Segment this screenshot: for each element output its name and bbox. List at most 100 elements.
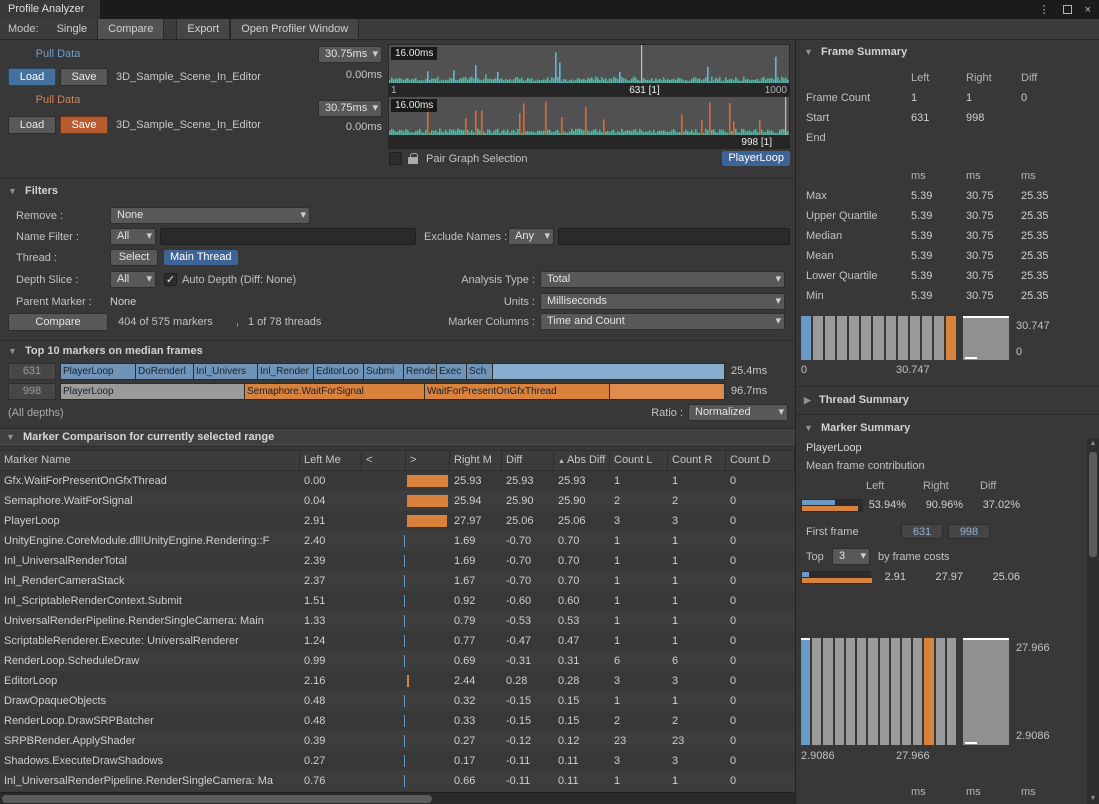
stat-label: Start — [806, 108, 911, 128]
column-header-0[interactable]: Marker Name — [0, 451, 300, 470]
table-row[interactable]: Inl_ScriptableRenderContext.Submit1.510.… — [0, 591, 795, 611]
frame-axis-right[interactable]: 998 [1] — [388, 136, 790, 149]
column-header-1[interactable]: Left Me — [300, 451, 362, 470]
filters-header[interactable]: ▼ Filters — [8, 185, 58, 197]
name-filter-mode-dropdown[interactable]: All ▾ — [110, 228, 156, 245]
top10-header[interactable]: ▼ Top 10 markers on median frames — [8, 345, 203, 357]
frame-summary-boxplot[interactable] — [963, 316, 1009, 360]
frame-number-cell-right[interactable]: 998 — [8, 383, 56, 400]
marker-summary-header[interactable]: ▼ Marker Summary — [804, 422, 910, 434]
scale-dropdown-left[interactable]: 30.75ms ▾ — [318, 46, 382, 63]
top10-segment[interactable]: Semaphore.WaitForSignal — [245, 383, 425, 400]
column-header-2[interactable]: < — [362, 451, 406, 470]
table-row[interactable]: SRPBRender.ApplyShader0.390.27-0.120.122… — [0, 731, 795, 751]
comparison-header-band[interactable]: ▼ Marker Comparison for currently select… — [0, 428, 795, 447]
table-row[interactable]: Inl_RenderCameraStack2.371.67-0.700.7011… — [0, 571, 795, 591]
column-header-7[interactable]: Count L — [610, 451, 668, 470]
scale-dropdown-right[interactable]: 30.75ms ▾ — [318, 100, 382, 117]
thread-summary-header[interactable]: ▶ Thread Summary — [804, 394, 909, 406]
top10-segment[interactable]: EditorLoo — [314, 363, 364, 380]
frame-graph-right[interactable]: 16.00ms — [388, 96, 790, 136]
scroll-up-icon[interactable]: ▲ — [1087, 440, 1099, 447]
top10-segment[interactable]: DoRenderl — [136, 363, 194, 380]
window-maximize-icon[interactable] — [1063, 5, 1072, 14]
table-row[interactable]: DrawOpaqueObjects0.480.32-0.150.15110 — [0, 691, 795, 711]
remove-dropdown[interactable]: None ▾ — [110, 207, 310, 224]
top10-segment[interactable]: Sch — [467, 363, 493, 380]
column-header-3[interactable]: > — [406, 451, 450, 470]
auto-depth-checkbox[interactable]: ✓ — [164, 273, 177, 286]
frame-number-cell-left[interactable]: 631 — [8, 363, 56, 380]
table-row[interactable]: PlayerLoop2.9127.9725.0625.06330 — [0, 511, 795, 531]
frame-graph-left[interactable]: 16.00ms — [388, 44, 790, 84]
top10-segment[interactable] — [493, 363, 725, 380]
table-row[interactable]: ScriptableRenderer.Execute: UniversalRen… — [0, 631, 795, 651]
thread-select-button[interactable]: Select — [110, 249, 158, 266]
window-menu-icon[interactable]: ⋮ — [1039, 3, 1050, 16]
save-button-right[interactable]: Save — [60, 116, 108, 134]
top10-segment[interactable]: Rende — [404, 363, 437, 380]
frame-summary-histogram[interactable] — [801, 316, 956, 360]
table-row[interactable]: Gfx.WaitForPresentOnGfxThread0.0025.9325… — [0, 471, 795, 491]
diff-bar-left — [404, 755, 406, 767]
top10-segment[interactable]: PlayerLoop — [60, 383, 245, 400]
table-row[interactable]: RenderLoop.ScheduleDraw0.990.69-0.310.31… — [0, 651, 795, 671]
load-button-right[interactable]: Load — [8, 116, 56, 134]
table-row[interactable]: EditorLoop2.162.440.280.28330 — [0, 671, 795, 691]
open-profiler-window-button[interactable]: Open Profiler Window — [230, 19, 359, 39]
window-tab[interactable]: Profile Analyzer — [0, 0, 100, 19]
exclude-mode-dropdown[interactable]: Any ▾ — [508, 228, 554, 245]
top10-segment[interactable]: Inl_Render — [258, 363, 314, 380]
column-header-5[interactable]: Diff — [502, 451, 554, 470]
pull-data-label-right[interactable]: Pull Data — [8, 94, 108, 106]
table-row[interactable]: Inl_UniversalRenderPipeline.RenderSingle… — [0, 771, 795, 791]
top-n-dropdown[interactable]: 3 ▾ — [832, 548, 870, 565]
top10-segment[interactable]: PlayerLoop — [60, 363, 136, 380]
depth-mode-dropdown[interactable]: All ▾ — [110, 271, 156, 288]
column-header-9[interactable]: Count D — [726, 451, 795, 470]
first-frame-left-button[interactable]: 631 — [901, 524, 943, 539]
column-header-6[interactable]: ▲Abs Diff — [554, 451, 610, 470]
top10-segment[interactable]: WaitForPresentOnGfxThread — [425, 383, 610, 400]
units-dropdown[interactable]: Milliseconds ▾ — [540, 293, 785, 310]
pair-graph-checkbox[interactable] — [389, 152, 402, 165]
frame-summary-header[interactable]: ▼ Frame Summary — [804, 46, 907, 58]
load-button-left[interactable]: Load — [8, 68, 56, 86]
vertical-scrollbar-thumb[interactable] — [1089, 452, 1097, 557]
column-header-8[interactable]: Count R — [668, 451, 726, 470]
unit-diff: ms — [1021, 782, 1096, 802]
table-row[interactable]: Shadows.ExecuteDrawShadows0.270.17-0.110… — [0, 751, 795, 771]
selected-marker-chip[interactable]: PlayerLoop — [722, 151, 790, 166]
pull-data-label-left[interactable]: Pull Data — [8, 48, 108, 60]
table-row[interactable]: Inl_UniversalRenderTotal2.391.69-0.700.7… — [0, 551, 795, 571]
window-close-icon[interactable]: × — [1085, 4, 1091, 16]
top10-segment[interactable] — [610, 383, 725, 400]
top10-segment[interactable]: Exec — [437, 363, 467, 380]
name-filter-input[interactable] — [160, 228, 416, 245]
exclude-names-input[interactable] — [558, 228, 790, 245]
vertical-scrollbar[interactable]: ▲ ▼ — [1087, 438, 1099, 804]
top10-segment[interactable]: Submi — [364, 363, 404, 380]
marker-summary-boxplot[interactable] — [963, 638, 1009, 745]
marker-columns-dropdown[interactable]: Time and Count ▾ — [540, 313, 785, 330]
column-header-4[interactable]: Right M — [450, 451, 502, 470]
horizontal-scrollbar[interactable] — [0, 792, 795, 804]
first-frame-right-button[interactable]: 998 — [948, 524, 990, 539]
mode-compare-button[interactable]: Compare — [97, 19, 164, 39]
thread-value-chip[interactable]: Main Thread — [164, 250, 238, 265]
table-row[interactable]: UnityEngine.CoreModule.dll!UnityEngine.R… — [0, 531, 795, 551]
cell-abs-diff: 0.12 — [554, 731, 610, 751]
ratio-dropdown[interactable]: Normalized ▾ — [688, 404, 788, 421]
horizontal-scrollbar-thumb[interactable] — [2, 795, 432, 803]
table-row[interactable]: Semaphore.WaitForSignal0.0425.9425.9025.… — [0, 491, 795, 511]
scroll-down-icon[interactable]: ▼ — [1087, 795, 1099, 802]
mode-single-button[interactable]: Single — [47, 19, 98, 39]
marker-summary-histogram[interactable] — [801, 638, 956, 745]
save-button-left[interactable]: Save — [60, 68, 108, 86]
analysis-type-dropdown[interactable]: Total ▾ — [540, 271, 785, 288]
compare-button[interactable]: Compare — [8, 313, 108, 331]
table-row[interactable]: RenderLoop.DrawSRPBatcher0.480.33-0.150.… — [0, 711, 795, 731]
top10-segment[interactable]: Inl_Univers — [194, 363, 258, 380]
export-button[interactable]: Export — [176, 19, 230, 39]
table-row[interactable]: UniversalRenderPipeline.RenderSingleCame… — [0, 611, 795, 631]
